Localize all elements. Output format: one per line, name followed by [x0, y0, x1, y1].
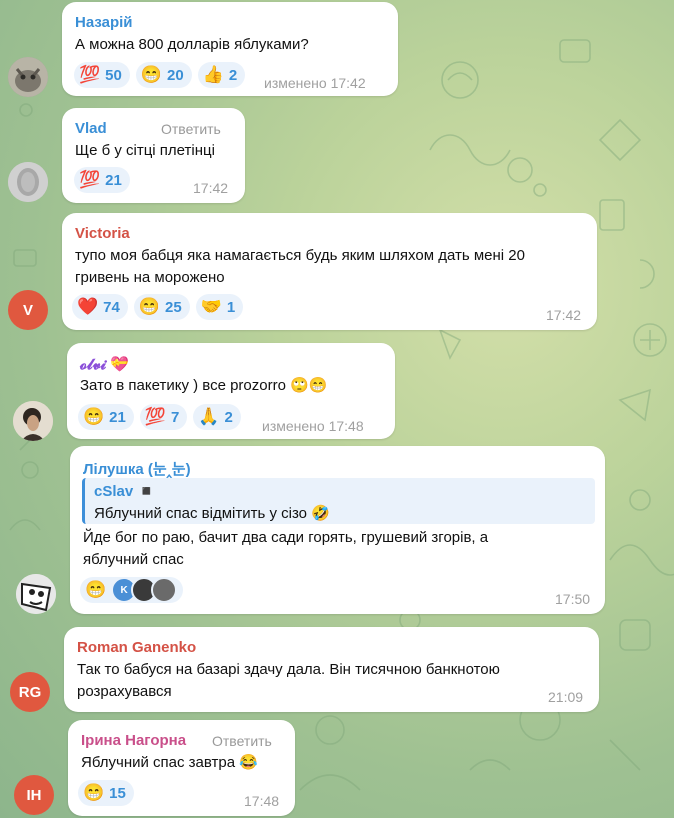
message-text: Зато в пакетику ) все prozorro 🙄😁 — [80, 377, 328, 394]
message-time: 17:50 — [555, 591, 591, 607]
grin-emoji-icon: 😁 — [85, 580, 107, 599]
message-text-line-2: яблучний спас — [83, 551, 184, 568]
message-bubble[interactable]: Ірина Нагорна Ответить Яблучний спас зав… — [68, 720, 295, 816]
reaction-grin-with-reactors[interactable]: 😁 K — [80, 577, 184, 603]
reaction-count: 2 — [228, 66, 238, 84]
reactions: 💯 21 — [74, 167, 130, 193]
message-text-line-2: розрахувався — [77, 683, 172, 700]
reaction-grin[interactable]: 😁 25 — [133, 294, 190, 320]
grin-emoji-icon: 😁 — [140, 65, 163, 84]
reaction-grin[interactable]: 😁 15 — [78, 780, 134, 806]
reaction-hundred[interactable]: 💯 7 — [139, 404, 188, 430]
grin-emoji-icon: 😁 — [138, 297, 161, 316]
avatar-nazarii[interactable] — [8, 57, 48, 97]
message-text: Ще б у сітці плетінці — [75, 142, 215, 159]
sender-name[interactable]: Ірина Нагорна — [81, 732, 186, 749]
message-time: 21:09 — [548, 689, 584, 705]
sender-name[interactable]: Vlad — [75, 120, 107, 137]
reaction-pray[interactable]: 🙏 2 — [193, 404, 241, 430]
sender-name[interactable]: Лілушка (눈‸눈) — [83, 458, 191, 479]
reaction-hundred[interactable]: 💯 50 — [74, 62, 130, 88]
message-time: 17:42 — [546, 307, 582, 323]
reaction-count: 21 — [109, 408, 126, 426]
avatar-lilushka[interactable] — [16, 574, 56, 614]
message-bubble[interactable]: 𝓸𝓵𝓿𝓲 💝 Зато в пакетику ) все prozorro 🙄😁… — [67, 343, 395, 439]
thumbs-up-emoji-icon: 👍 — [202, 65, 224, 84]
avatar-roman-ganenko[interactable]: RG — [10, 672, 50, 712]
pray-emoji-icon: 🙏 — [198, 407, 220, 426]
reaction-count: 15 — [109, 784, 126, 802]
reactions: ❤️ 74 😁 25 🤝 1 — [72, 294, 244, 320]
reaction-heart[interactable]: ❤️ 74 — [72, 294, 128, 320]
reaction-count: 20 — [167, 66, 184, 84]
sender-name[interactable]: Victoria — [75, 225, 130, 242]
quoted-reply[interactable]: cSlav ◾ Яблучний спас відмітить у сізо 🤣 — [82, 478, 595, 524]
reaction-count: 25 — [165, 298, 182, 316]
reaction-count: 2 — [224, 408, 233, 426]
message-text-line-1: тупо моя бабця яка намагається будь яким… — [75, 247, 525, 264]
message-text-line-1: Йде бог по раю, бачит два сади горять, г… — [83, 529, 489, 546]
handshake-emoji-icon: 🤝 — [200, 297, 222, 316]
reaction-count: 7 — [171, 408, 180, 426]
message-text: А можна 800 долларів яблуками? — [75, 36, 309, 53]
avatar-olvi[interactable] — [13, 401, 53, 441]
reactions: 😁 15 — [78, 780, 134, 806]
message-text-line-1: Так то бабуся на базарі здачу дала. Він … — [77, 661, 500, 678]
hundred-emoji-icon: 💯 — [79, 170, 101, 189]
reaction-hundred[interactable]: 💯 21 — [74, 167, 130, 193]
reactions: 😁 21 💯 7 🙏 2 — [78, 404, 241, 430]
avatar-victoria[interactable]: V — [8, 290, 48, 330]
grin-emoji-icon: 😁 — [83, 407, 105, 426]
quote-author: cSlav ◾ — [94, 483, 157, 500]
grin-emoji-icon: 😁 — [83, 783, 105, 802]
reactor-avatars: K — [111, 577, 178, 603]
reaction-handshake[interactable]: 🤝 1 — [195, 294, 244, 320]
message-time: изменено 17:42 — [264, 75, 366, 91]
reaction-grin[interactable]: 😁 20 — [135, 62, 192, 88]
reaction-count: 74 — [103, 298, 120, 316]
message-time: 17:48 — [244, 793, 280, 809]
sender-name[interactable]: 𝓸𝓵𝓿𝓲 💝 — [80, 355, 129, 373]
message-bubble[interactable]: Roman Ganenko Так то бабуся на базарі зд… — [64, 627, 599, 712]
reaction-count: 50 — [105, 66, 122, 84]
quote-text: Яблучний спас відмітить у сізо 🤣 — [94, 505, 330, 522]
avatar-iryna-nahorna[interactable]: IH — [14, 775, 54, 815]
message-bubble[interactable]: Назарій А можна 800 долларів яблуками? 💯… — [62, 2, 398, 96]
hundred-emoji-icon: 💯 — [79, 65, 101, 84]
reaction-count: 21 — [105, 171, 122, 189]
heart-emoji-icon: ❤️ — [77, 297, 99, 316]
reply-button[interactable]: Ответить — [212, 733, 272, 749]
avatar-vlad[interactable] — [8, 162, 48, 202]
sender-name[interactable]: Назарій — [75, 14, 133, 31]
sender-name[interactable]: Roman Ganenko — [77, 639, 196, 656]
hundred-emoji-icon: 💯 — [144, 407, 167, 426]
reaction-thumbs-up[interactable]: 👍 2 — [197, 62, 246, 88]
message-bubble[interactable]: Victoria тупо моя бабця яка намагається … — [62, 213, 597, 330]
message-bubble[interactable]: Лілушка (눈‸눈) cSlav ◾ Яблучний спас відм… — [70, 446, 605, 614]
message-bubble[interactable]: Vlad Ответить Ще б у сітці плетінці 💯 21 … — [62, 108, 245, 203]
reactor-avatar — [151, 577, 178, 603]
message-text: Яблучний спас завтра 😂 — [81, 754, 258, 771]
reactions: 😁 K — [80, 577, 184, 603]
reaction-grin[interactable]: 😁 21 — [78, 404, 134, 430]
reactions: 💯 50 😁 20 👍 2 — [74, 62, 246, 88]
reply-button[interactable]: Ответить — [161, 121, 221, 137]
reaction-count: 1 — [226, 298, 236, 316]
message-time: изменено 17:48 — [262, 418, 364, 434]
message-text-line-2: гривень на морожено — [75, 269, 225, 286]
message-time: 17:42 — [193, 180, 229, 196]
